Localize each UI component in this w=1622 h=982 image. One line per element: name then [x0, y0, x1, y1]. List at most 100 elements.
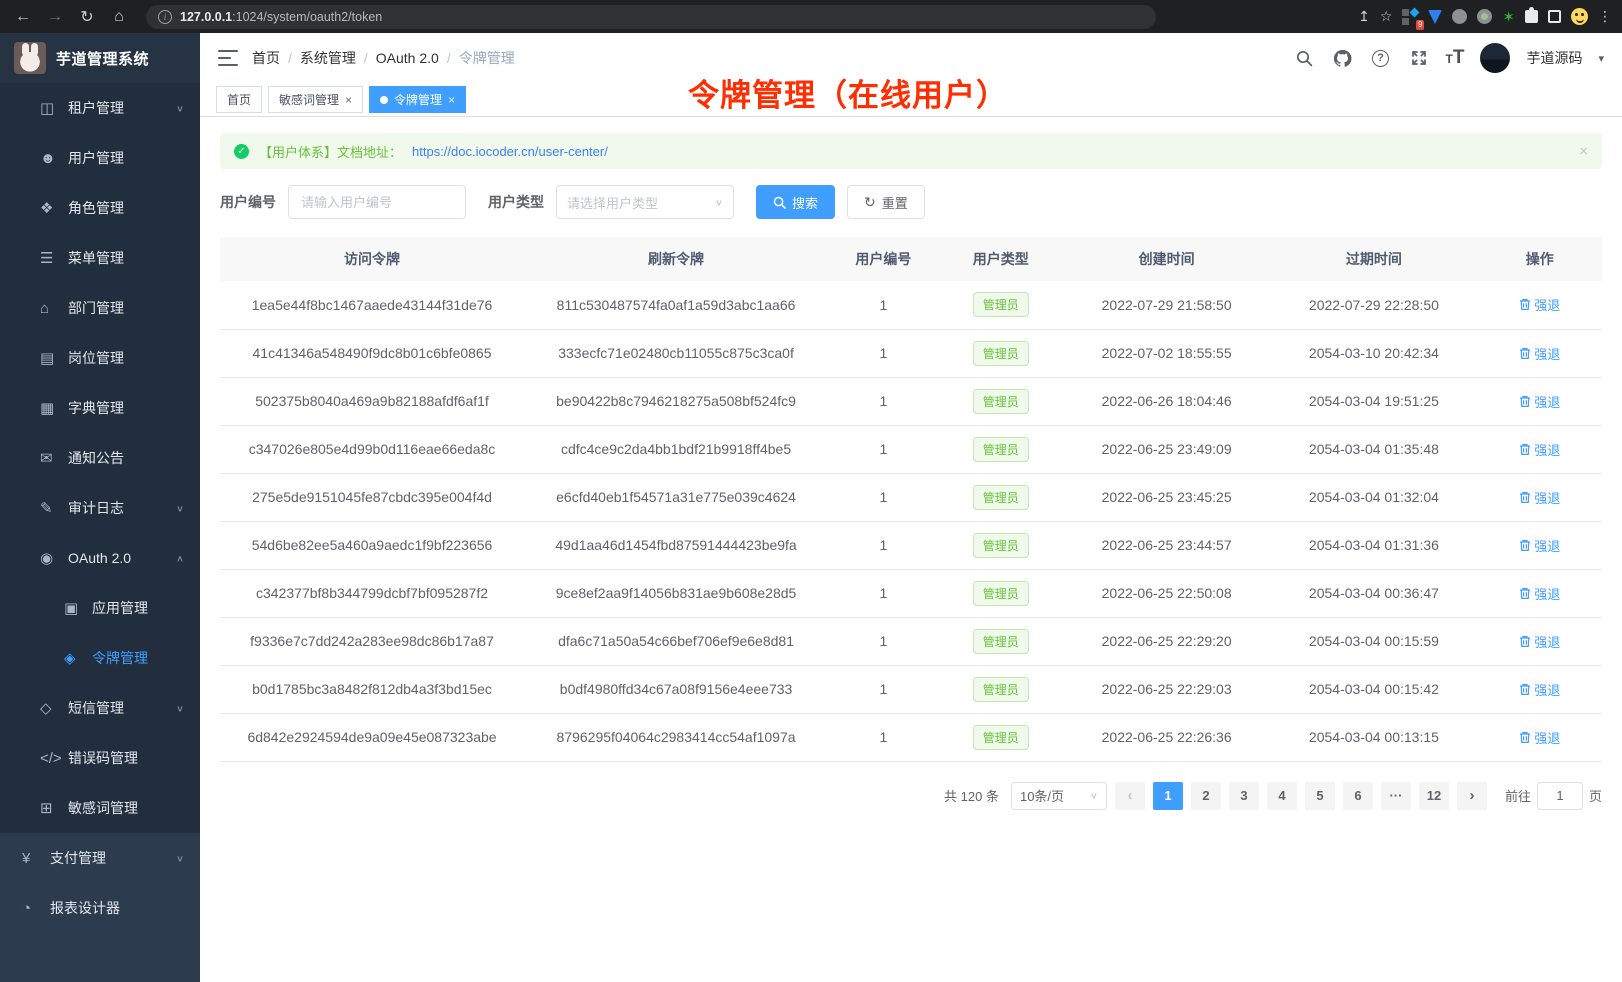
sidebar-item[interactable]: ▣ 应用管理 [0, 583, 200, 633]
user-id-input[interactable] [288, 185, 466, 219]
sidebar-item[interactable]: ✎ 审计日志 ∨ [0, 483, 200, 533]
sidebar-item[interactable]: ▤ 岗位管理 [0, 333, 200, 383]
extension-icon[interactable] [1452, 9, 1467, 24]
sidebar-item[interactable]: ☰ 菜单管理 [0, 233, 200, 283]
page-number-button[interactable]: 12 [1419, 782, 1449, 810]
view-tab[interactable]: 令牌管理 × [369, 86, 466, 113]
sidebar-item[interactable]: </> 错误码管理 [0, 733, 200, 783]
user-id-cell: 1 [828, 617, 939, 665]
browser-forward-icon[interactable]: → [42, 4, 68, 30]
sidebar-item[interactable]: ⌂ 部门管理 [0, 283, 200, 333]
doc-link[interactable]: https://doc.iocoder.cn/user-center/ [412, 144, 608, 159]
sidebar-item-icon: ☻ [40, 150, 68, 167]
force-logout-button[interactable]: 强退 [1519, 440, 1560, 459]
reset-button[interactable]: ↻ 重置 [847, 185, 925, 219]
help-icon[interactable]: ? [1370, 47, 1392, 69]
sidebar-item[interactable]: ☻ 用户管理 [0, 133, 200, 183]
extension-icon[interactable] [1477, 9, 1492, 24]
refresh-token-cell: 8796295f04064c2983414cc54af1097a [524, 713, 828, 761]
page-number-button[interactable]: 5 [1305, 782, 1335, 810]
force-logout-button[interactable]: 强退 [1519, 295, 1560, 314]
sidebar-item-icon: ❖ [40, 199, 68, 217]
sidebar-item[interactable]: ◉ OAuth 2.0 ∧ [0, 533, 200, 583]
profile-avatar[interactable] [1571, 8, 1588, 25]
sidebar-collapse-icon[interactable] [218, 50, 238, 66]
force-logout-button[interactable]: 强退 [1519, 488, 1560, 507]
breadcrumb-item[interactable]: 系统管理 [300, 48, 356, 68]
tab-window-icon[interactable] [1548, 10, 1561, 23]
extension-badge: 9 [1416, 20, 1424, 30]
force-logout-label: 强退 [1534, 295, 1560, 314]
bookmark-star-icon[interactable]: ☆ [1380, 8, 1393, 25]
breadcrumb-separator: / [447, 50, 451, 66]
sidebar-item[interactable]: ¥ 支付管理 ∨ [0, 833, 200, 883]
breadcrumb-item[interactable]: 首页 [252, 48, 280, 68]
github-icon[interactable] [1332, 47, 1354, 69]
tab-close-icon[interactable]: × [448, 93, 455, 107]
page-number-button[interactable]: ··· [1381, 782, 1411, 810]
force-logout-button[interactable]: 强退 [1519, 344, 1560, 363]
breadcrumb-separator: / [288, 50, 292, 66]
address-bar[interactable]: i 127.0.0.1:1024/system/oauth2/token [146, 5, 1156, 29]
goto-page-input[interactable] [1537, 782, 1583, 810]
sidebar-item[interactable]: ◇ 短信管理 ∨ [0, 683, 200, 733]
action-cell: 强退 [1478, 521, 1602, 569]
view-tab[interactable]: 首页 [216, 86, 262, 113]
sidebar-item[interactable]: ◫ 租户管理 ∨ [0, 83, 200, 133]
force-logout-button[interactable]: 强退 [1519, 680, 1560, 699]
table-row: 502375b8040a469a9b82188afdf6af1f be90422… [220, 377, 1602, 425]
vue-devtools-icon[interactable] [1428, 10, 1442, 24]
page-number-button[interactable]: 6 [1343, 782, 1373, 810]
browser-home-icon[interactable]: ⌂ [106, 4, 132, 30]
app-logo[interactable]: 芋道管理系统 [0, 33, 200, 83]
sidebar-item-label: OAuth 2.0 [68, 550, 131, 566]
font-size-icon[interactable]: TT [1446, 47, 1465, 69]
sidebar-item-label: 通知公告 [68, 448, 124, 468]
force-logout-button[interactable]: 强退 [1519, 584, 1560, 603]
table-column-header: 用户类型 [939, 237, 1063, 281]
search-button[interactable]: 搜索 [756, 185, 835, 219]
page-number-button[interactable]: 4 [1267, 782, 1297, 810]
user-type-select[interactable]: 请选择用户类型 ∨ [556, 185, 734, 219]
alert-close-icon[interactable]: × [1579, 143, 1588, 160]
force-logout-button[interactable]: 强退 [1519, 632, 1560, 651]
sidebar: 芋道管理系统 ◫ 租户管理 ∨ ☻ 用户管理 ❖ 角色管理 ☰ [0, 33, 200, 982]
sidebar-item[interactable]: ✉ 通知公告 [0, 433, 200, 483]
view-tab[interactable]: 敏感词管理 × [268, 86, 363, 113]
force-logout-label: 强退 [1534, 392, 1560, 411]
page-number-button[interactable]: 2 [1191, 782, 1221, 810]
search-icon[interactable] [1294, 47, 1316, 69]
sidebar-item[interactable]: ◈ 令牌管理 [0, 633, 200, 683]
force-logout-button[interactable]: 强退 [1519, 536, 1560, 555]
sidebar-item[interactable]: ▦ 字典管理 [0, 383, 200, 433]
extensions-puzzle-icon[interactable] [1525, 10, 1538, 23]
browser-toolbar-right: ↥ ☆ 9 ✶ ⋮ [1358, 8, 1612, 26]
browser-reload-icon[interactable]: ↻ [74, 4, 100, 30]
user-name[interactable]: 芋道源码 [1526, 48, 1582, 68]
sidebar-item[interactable]: ⊞ 敏感词管理 [0, 783, 200, 833]
extension-grid-icon[interactable]: 9 [1402, 9, 1418, 25]
force-logout-button[interactable]: 强退 [1519, 728, 1560, 747]
page-number-button[interactable]: 1 [1153, 782, 1183, 810]
browser-back-icon[interactable]: ← [10, 4, 36, 30]
share-icon[interactable]: ↥ [1358, 8, 1370, 25]
pinia-extension-icon[interactable]: ✶ [1502, 8, 1515, 26]
action-cell: 强退 [1478, 617, 1602, 665]
next-page-button[interactable]: › [1457, 782, 1487, 810]
page-number-button[interactable]: 3 [1229, 782, 1259, 810]
page-size-select[interactable]: 10条/页 ∨ [1011, 782, 1107, 810]
site-info-icon[interactable]: i [158, 10, 172, 24]
browser-menu-icon[interactable]: ⋮ [1598, 8, 1612, 25]
tab-close-icon[interactable]: × [345, 93, 352, 107]
breadcrumb-item[interactable]: OAuth 2.0 [376, 50, 439, 66]
user-avatar[interactable] [1480, 43, 1510, 73]
force-logout-button[interactable]: 强退 [1519, 392, 1560, 411]
sidebar-item[interactable]: ◔ 报表设计器 [0, 883, 200, 933]
user-type-tag: 管理员 [973, 629, 1029, 654]
force-logout-label: 强退 [1534, 680, 1560, 699]
caret-down-icon[interactable]: ▾ [1598, 52, 1604, 65]
fullscreen-icon[interactable] [1408, 47, 1430, 69]
prev-page-button[interactable]: ‹ [1115, 782, 1145, 810]
breadcrumb-item[interactable]: 令牌管理 [459, 48, 515, 68]
sidebar-item[interactable]: ❖ 角色管理 [0, 183, 200, 233]
